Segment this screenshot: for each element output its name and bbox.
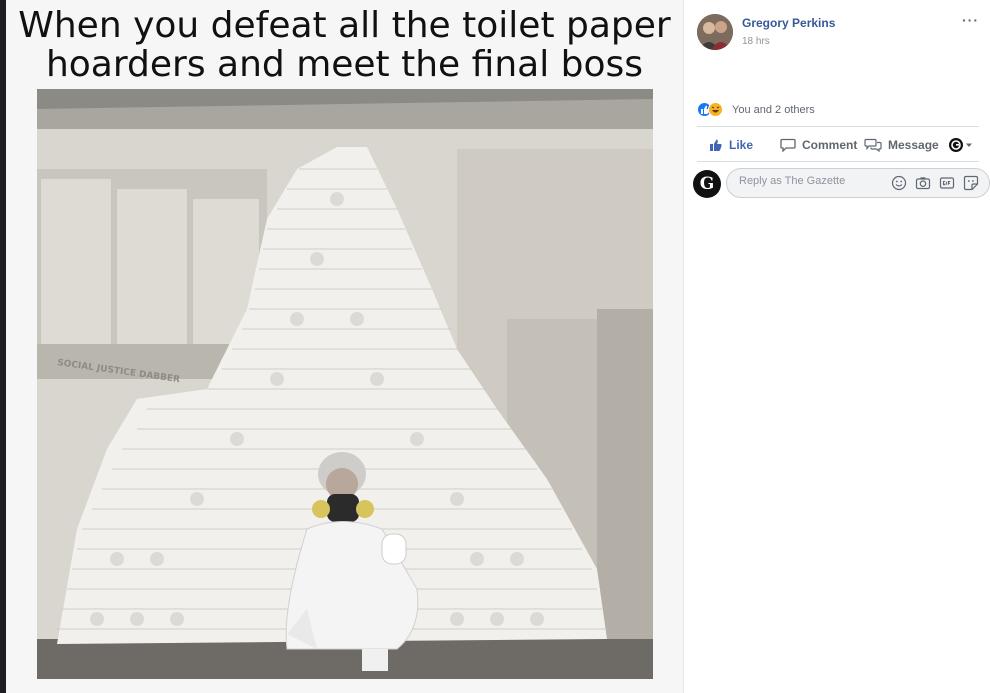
message-icon bbox=[864, 138, 882, 152]
post-action-bar: Like Comment Message bbox=[697, 126, 979, 162]
post-photo[interactable]: SOCIAL JUSTICE DABBER bbox=[37, 89, 653, 679]
comment-button[interactable]: Comment bbox=[780, 136, 857, 154]
reply-icon-group bbox=[891, 175, 979, 191]
more-options-button[interactable]: ··· bbox=[962, 12, 979, 28]
post-timestamp[interactable]: 18 hrs bbox=[742, 36, 770, 47]
reply-box[interactable] bbox=[726, 168, 990, 198]
like-button[interactable]: Like bbox=[709, 136, 753, 154]
emoji-icon[interactable] bbox=[891, 175, 907, 191]
message-label: Message bbox=[888, 138, 939, 152]
page-avatar-dropdown-icon bbox=[949, 138, 972, 152]
avatar-image bbox=[697, 14, 733, 50]
comment-label: Comment bbox=[802, 138, 858, 152]
caption-line-2: hoarders and meet the final boss bbox=[45, 44, 644, 85]
like-label: Like bbox=[729, 138, 754, 152]
caption-line-1: When you defeat all the toilet paper bbox=[18, 5, 671, 46]
message-button[interactable]: Message bbox=[864, 136, 939, 154]
gif-icon[interactable] bbox=[939, 175, 955, 191]
toilet-paper-pyramid-photo: SOCIAL JUSTICE DABBER bbox=[37, 89, 653, 679]
haha-icon bbox=[708, 102, 723, 117]
comment-icon bbox=[780, 138, 796, 152]
reaction-count[interactable]: You and 2 others bbox=[732, 104, 815, 116]
gazette-avatar[interactable]: G bbox=[693, 170, 721, 198]
reply-row: G bbox=[693, 167, 990, 201]
camera-icon[interactable] bbox=[915, 175, 931, 191]
author-name[interactable]: Gregory Perkins bbox=[742, 16, 835, 30]
post-header: Gregory Perkins 18 hrs ··· bbox=[697, 12, 987, 52]
post-sidebar: Gregory Perkins 18 hrs ··· You and 2 oth… bbox=[683, 0, 990, 693]
sticker-icon[interactable] bbox=[963, 175, 979, 191]
reply-input[interactable] bbox=[739, 175, 879, 187]
meme-caption: When you defeat all the toilet paper hoa… bbox=[6, 6, 683, 84]
thumbs-up-icon bbox=[710, 139, 722, 151]
author-avatar[interactable] bbox=[697, 14, 733, 50]
media-viewer: When you defeat all the toilet paper hoa… bbox=[6, 0, 683, 693]
reaction-summary[interactable]: You and 2 others bbox=[697, 101, 977, 119]
page-voice-switcher[interactable] bbox=[948, 136, 980, 154]
